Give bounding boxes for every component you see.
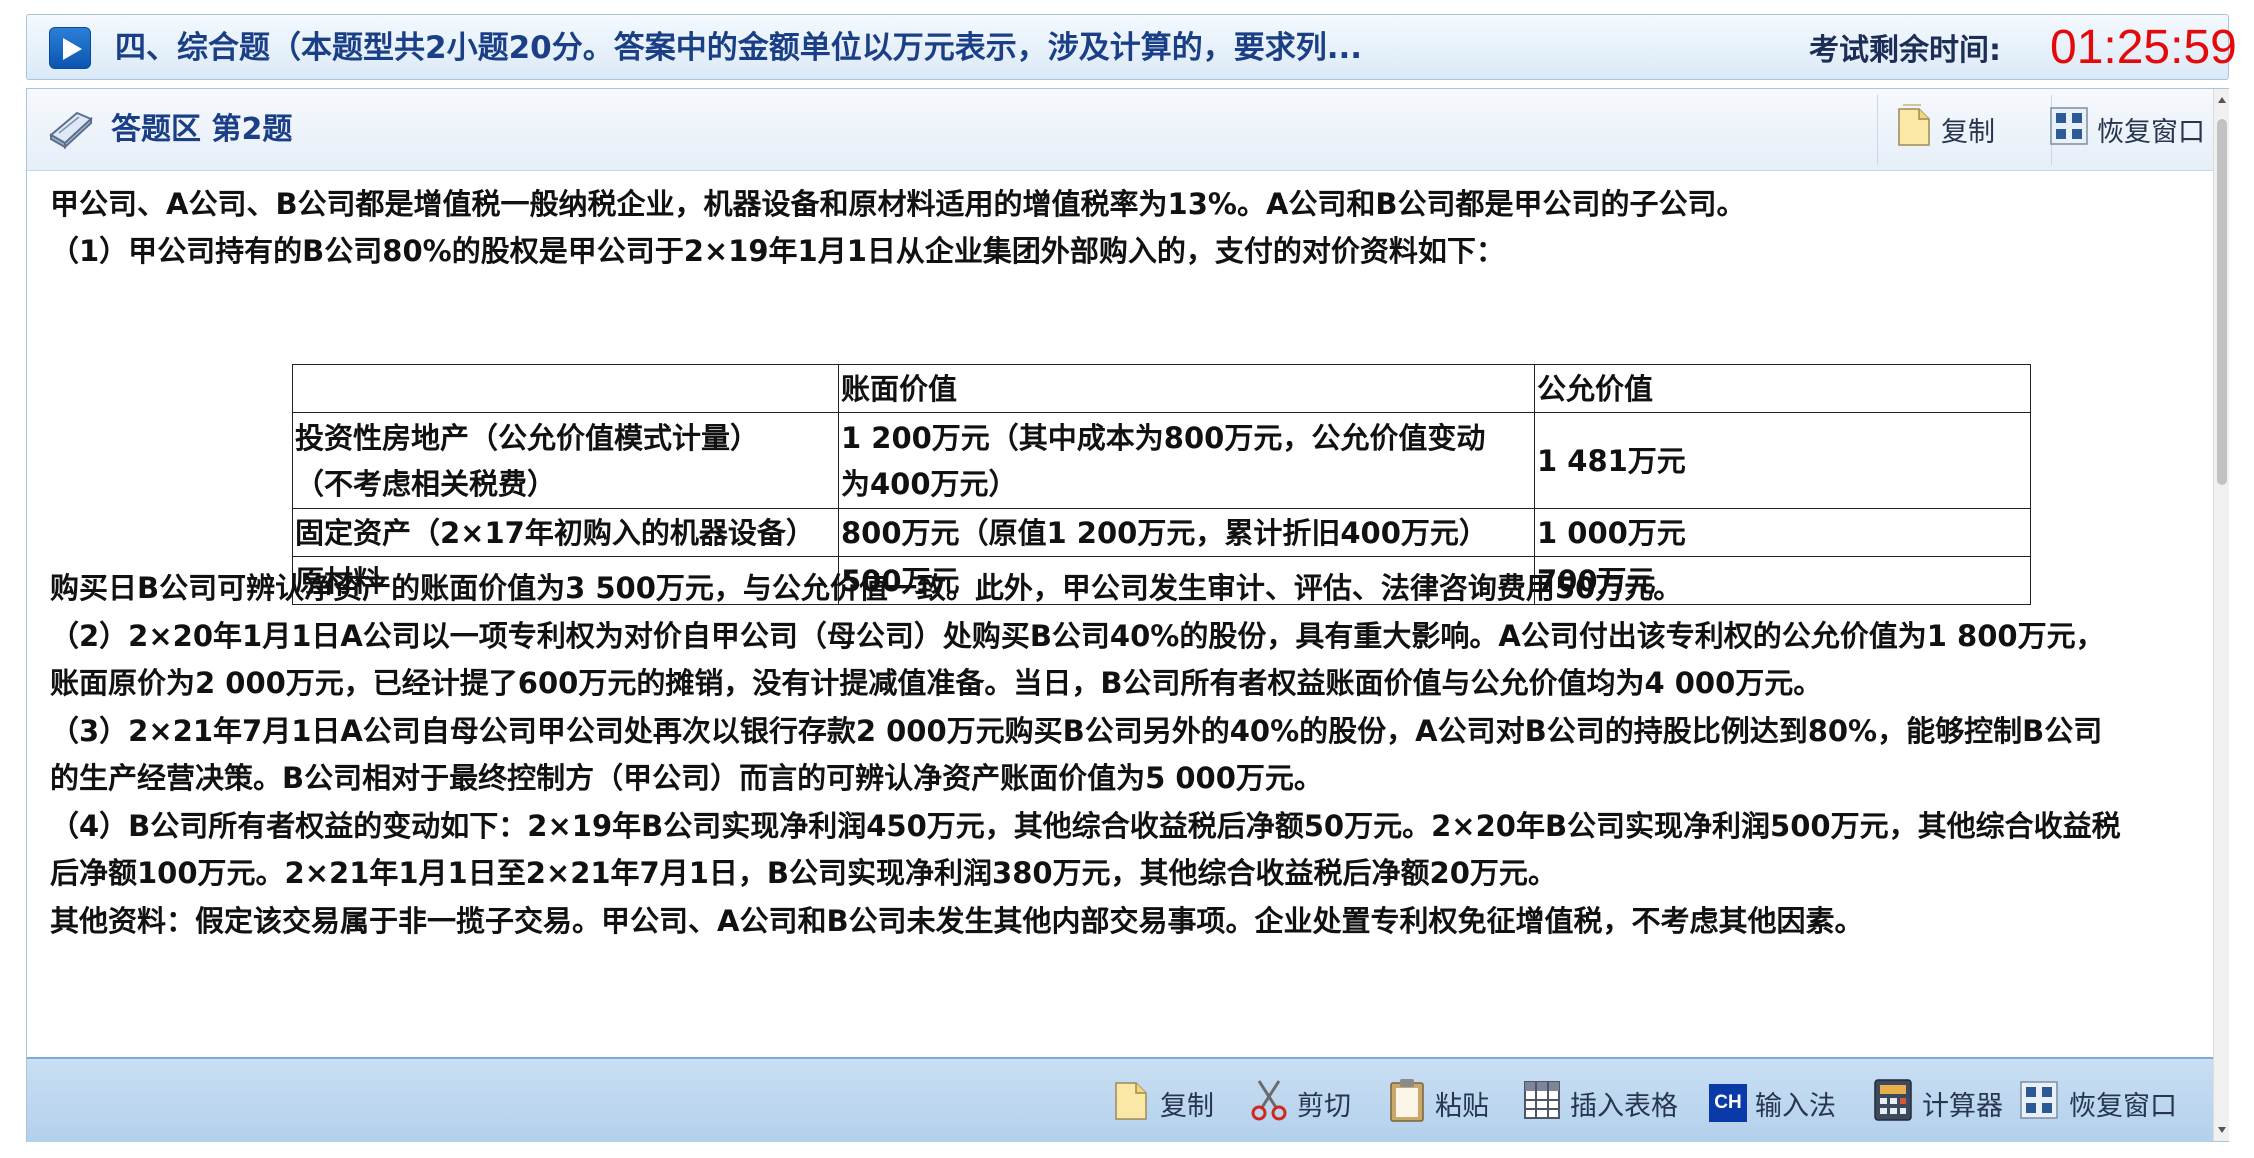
table-header-cell (292, 364, 839, 413)
copy-icon (1895, 103, 1935, 156)
table-header-cell: 账面价值 (838, 364, 1535, 413)
toolbar-cut-button[interactable]: 剪切 (1249, 1077, 1351, 1129)
toolbar-restore-window-button[interactable]: 恢复窗口 (2017, 1077, 2177, 1129)
panel-title: 答题区 第2题 (111, 112, 293, 147)
table-cell: 投资性房地产（公允价值模式计量） （不考虑相关税费） (292, 412, 839, 509)
scissors-icon (1249, 1077, 1289, 1130)
question-item-2: （2）2×20年1月1日A公司以一项专利权为对价自甲公司（母公司）处购买B公司4… (50, 618, 2105, 653)
table-cell: 800万元（原值1 200万元，累计折旧400万元） (838, 508, 1535, 557)
question-item-4: （4）B公司所有者权益的变动如下：2×19年B公司实现净利润450万元，其他综合… (50, 808, 2121, 843)
toolbar-insert-table-label: 插入表格 (1570, 1090, 1678, 1122)
copy-button[interactable]: 复制 (1895, 103, 1995, 155)
question-intro: 甲公司、A公司、B公司都是增值税一般纳税企业，机器设备和原材料适用的增值税率为1… (50, 187, 1746, 221)
copy-label: 复制 (1941, 116, 1995, 148)
answer-panel: 答题区 第2题 复制 恢复窗口 甲公司、A公司、B公司都是增值税一般纳税企业，机… (26, 88, 2229, 1142)
header-divider (1877, 95, 1878, 165)
toolbar-input-method-label: 输入法 (1755, 1090, 1836, 1122)
table-cell: 1 000万元 (1534, 508, 2031, 557)
restore-window-icon (2047, 104, 2091, 155)
scroll-thumb[interactable] (2217, 119, 2227, 485)
toolbar-paste-button[interactable]: 粘贴 (1387, 1077, 1489, 1129)
input-method-icon: CH (1709, 1084, 1747, 1122)
toolbar-paste-label: 粘贴 (1435, 1090, 1489, 1122)
table-cell-line: （不考虑相关税费） (295, 466, 557, 501)
restore-window-label: 恢复窗口 (2097, 116, 2205, 148)
question-item-3-cont: 的生产经营决策。B公司相对于最终控制方（甲公司）而言的可辨认净资产账面价值为5 … (50, 761, 1323, 795)
question-item-3: （3）2×21年7月1日A公司自母公司甲公司处再次以银行存款2 000万元购买B… (50, 713, 2103, 748)
copy-icon (1112, 1077, 1152, 1130)
question-body: 甲公司、A公司、B公司都是增值税一般纳税企业，机器设备和原材料适用的增值税率为1… (50, 181, 2210, 275)
question-item-1: （1）甲公司持有的B公司80%的股权是甲公司于2×19年1月1日从企业集团外部购… (50, 234, 1505, 268)
table-cell: 固定资产（2×17年初购入的机器设备） (292, 508, 839, 557)
table-header-row: 账面价值 公允价值 (292, 364, 2031, 413)
table-row: 固定资产（2×17年初购入的机器设备） 800万元（原值1 200万元，累计折旧… (292, 508, 2031, 557)
book-icon (47, 109, 95, 153)
scroll-down-icon[interactable] (2217, 1125, 2227, 1135)
question-item-2-cont: 账面原价为2 000万元，已经计提了600万元的摊销，没有计提减值准备。当日，B… (50, 666, 1823, 700)
section-title: 四、综合题（本题型共2小题20分。答案中的金额单位以万元表示，涉及计算的，要求列… (115, 30, 1363, 66)
toolbar-copy-button[interactable]: 复制 (1112, 1077, 1214, 1129)
toolbar-calculator-label: 计算器 (1922, 1090, 2003, 1122)
timer-value: 01:25:59 (2050, 21, 2237, 74)
table-icon (1522, 1078, 1562, 1129)
table-cell: 1 200万元（其中成本为800万元，公允价值变动 为400万元） (838, 412, 1535, 509)
question-item-4-cont: 后净额100万元。2×21年1月1日至2×21年7月1日，B公司实现净利润380… (50, 856, 1557, 890)
table-header-cell: 公允价值 (1534, 364, 2031, 413)
table-cell-line: 1 200万元（其中成本为800万元，公允价值变动 (841, 420, 1486, 455)
question-paragraph: 购买日B公司可辨认净资产的账面价值为3 500万元，与公允价值一致。此外，甲公司… (50, 571, 1683, 605)
table-cell-line: 为400万元） (841, 466, 1018, 501)
toolbar-copy-label: 复制 (1160, 1090, 1214, 1122)
question-other-info: 其他资料：假定该交易属于非一揽子交易。甲公司、A公司和B公司未发生其他内部交易事… (50, 903, 1864, 938)
toolbar-calculator-button[interactable]: 计算器 (1872, 1077, 2003, 1129)
timer-label: 考试剩余时间: (1809, 33, 2001, 68)
vertical-scrollbar[interactable] (2213, 89, 2229, 1141)
restore-window-button[interactable]: 恢复窗口 (2047, 103, 2205, 155)
calculator-icon (1872, 1077, 1914, 1130)
editor-toolbar: 复制 剪切 粘贴 插入表格 CH 输入法 计算器 恢复窗口 (27, 1057, 2213, 1142)
question-paragraphs: 购买日B公司可辨认净资产的账面价值为3 500万元，与公允价值一致。此外，甲公司… (50, 565, 2210, 945)
panel-header: 答题区 第2题 复制 恢复窗口 (27, 89, 2213, 171)
toolbar-input-method-button[interactable]: CH 输入法 (1709, 1077, 1836, 1129)
table-cell: 1 481万元 (1534, 412, 2031, 509)
toolbar-restore-window-label: 恢复窗口 (2069, 1090, 2177, 1122)
scroll-up-icon[interactable] (2217, 95, 2227, 105)
table-cell-line: 投资性房地产（公允价值模式计量） (295, 420, 760, 455)
restore-window-icon (2017, 1078, 2061, 1129)
play-icon[interactable] (49, 27, 91, 69)
toolbar-cut-label: 剪切 (1297, 1090, 1351, 1122)
toolbar-insert-table-button[interactable]: 插入表格 (1522, 1077, 1678, 1129)
exam-header-bar: 四、综合题（本题型共2小题20分。答案中的金额单位以万元表示，涉及计算的，要求列… (26, 14, 2237, 80)
clipboard-icon (1387, 1077, 1427, 1130)
table-row: 投资性房地产（公允价值模式计量） （不考虑相关税费） 1 200万元（其中成本为… (292, 412, 2031, 509)
